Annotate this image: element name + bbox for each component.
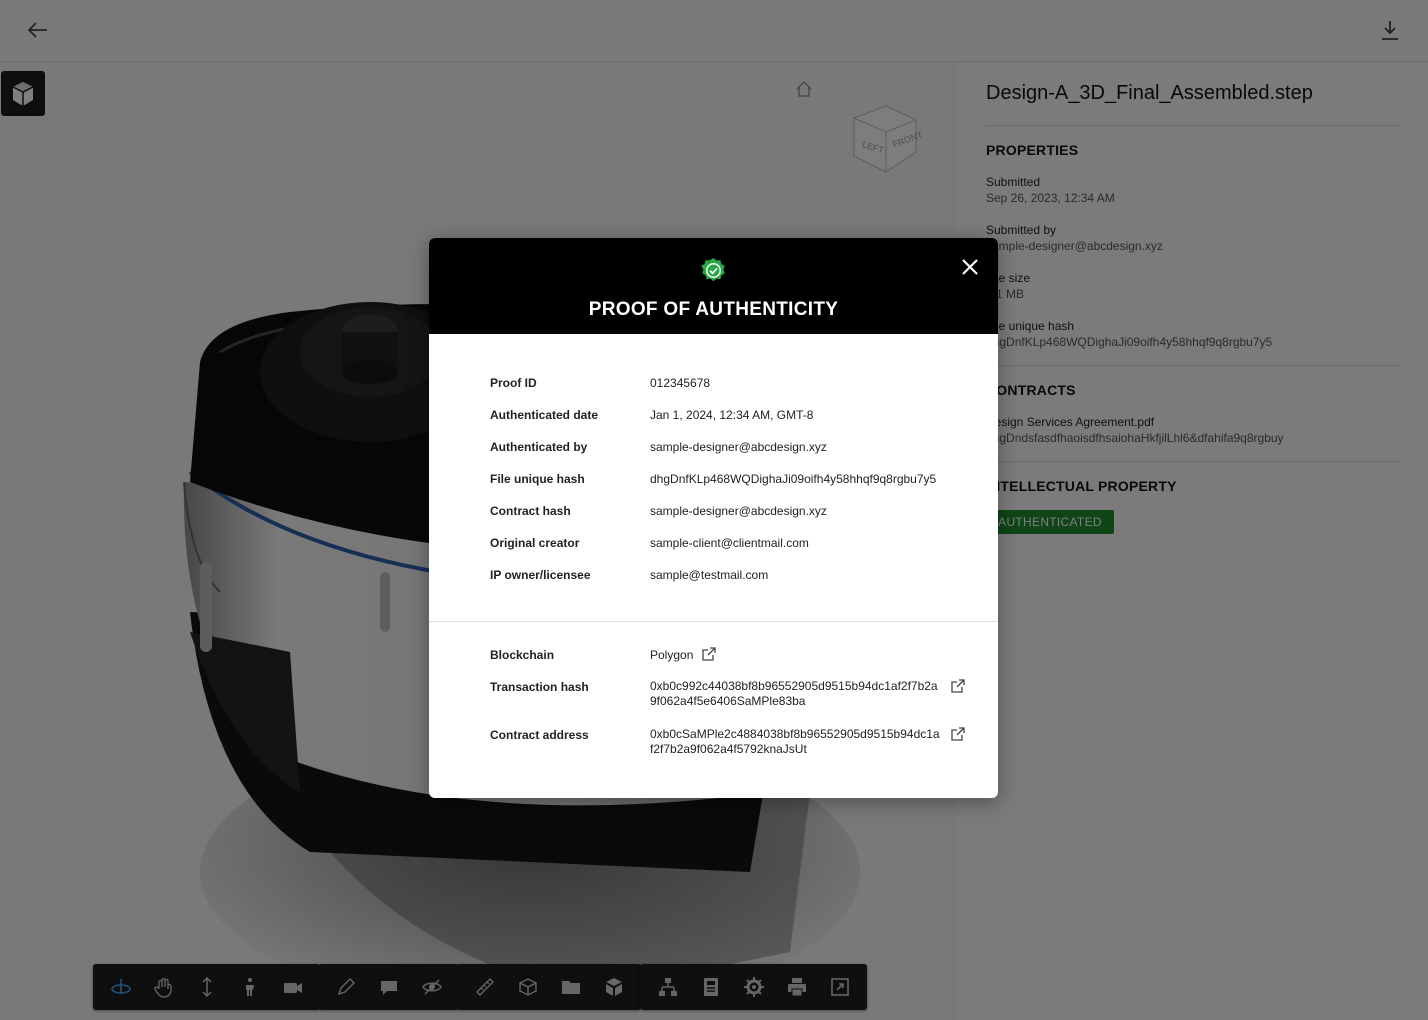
file-hash-value: dhgDnfKLp468WQDighaJi09oifh4y58hhqf9q8rg…: [650, 472, 937, 486]
proof-id-value: 012345678: [650, 376, 711, 390]
blockchain-value: Polygon: [650, 648, 694, 662]
check-badge-icon: [701, 258, 725, 282]
proof-of-authenticity-dialog: PROOF OF AUTHENTICITY Proof ID 012345678…: [429, 238, 998, 798]
proof-id-label: Proof ID: [490, 376, 537, 390]
authenticated-date-value: Jan 1, 2024, 12:34 AM, GMT-8: [650, 408, 814, 422]
external-link-icon[interactable]: [951, 727, 965, 741]
contract-hash-label: Contract hash: [490, 504, 571, 518]
contract-address-value: 0xb0cSaMPle2c4884038bf8b96552905d9515b94…: [650, 727, 940, 756]
ip-owner-value: sample@testmail.com: [650, 568, 769, 582]
contract-hash-value: sample-designer@abcdesign.xyz: [650, 504, 827, 518]
dialog-header: PROOF OF AUTHENTICITY: [429, 238, 998, 334]
original-creator-label: Original creator: [490, 536, 580, 550]
close-button[interactable]: [958, 255, 982, 279]
blockchain-label: Blockchain: [490, 648, 555, 662]
original-creator-value: sample-client@clientmail.com: [650, 536, 809, 550]
close-icon: [962, 259, 978, 275]
authenticated-date-label: Authenticated date: [490, 408, 599, 422]
ip-owner-label: IP owner/licensee: [490, 568, 591, 582]
external-link-icon[interactable]: [702, 647, 716, 661]
file-hash-label: File unique hash: [490, 472, 585, 486]
transaction-hash-value: 0xb0c992c44038bf8b96552905d9515b94dc1af2…: [650, 679, 938, 708]
external-link-icon[interactable]: [951, 679, 965, 693]
contract-address-label: Contract address: [490, 728, 589, 742]
transaction-hash-label: Transaction hash: [490, 680, 589, 694]
dialog-title: PROOF OF AUTHENTICITY: [588, 299, 839, 320]
authenticated-by-value: sample-designer@abcdesign.xyz: [650, 440, 827, 454]
section-divider: [429, 621, 998, 622]
authenticated-by-label: Authenticated by: [490, 440, 588, 454]
